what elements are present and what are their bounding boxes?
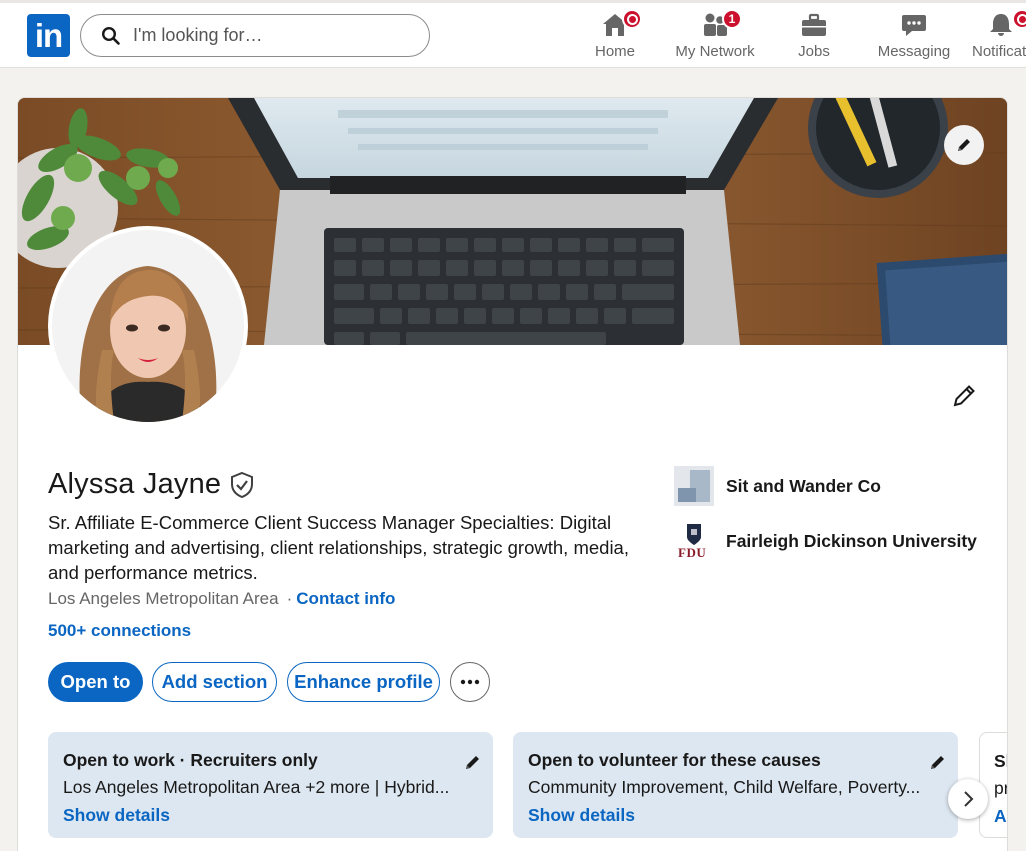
third-card-link[interactable]: Ac xyxy=(994,806,1007,827)
bell-icon xyxy=(990,14,1012,36)
verified-shield-icon[interactable] xyxy=(229,471,255,499)
carousel-next-button[interactable] xyxy=(948,779,988,819)
pencil-icon xyxy=(931,756,944,769)
pencil-icon xyxy=(958,139,970,151)
profile-name-text: Alyssa Jayne xyxy=(48,468,222,500)
network-notification-badge: 1 xyxy=(722,9,742,29)
third-card-desc: pr xyxy=(994,778,1007,798)
third-open-card[interactable]: Sh pr Ac xyxy=(979,732,1007,838)
edit-open-to-work-button[interactable] xyxy=(463,752,483,777)
profile-location-row: Los Angeles Metropolitan Area · Contact … xyxy=(48,589,395,609)
nav-notifications-label: Notifications xyxy=(972,43,1026,60)
third-card-title: Sh xyxy=(994,751,1007,771)
profile-card: Alyssa Jayne Sr. Affiliate E-Commerce Cl… xyxy=(17,97,1008,851)
education-school[interactable]: FDU Fairleigh Dickinson University xyxy=(674,521,977,561)
open-to-button[interactable]: Open to xyxy=(48,662,143,702)
open-to-volunteer-title: Open to volunteer for these causes xyxy=(528,750,821,770)
school-logo-text: FDU xyxy=(678,545,707,560)
contact-info-link[interactable]: Contact info xyxy=(296,589,395,609)
profile-name: Alyssa Jayne xyxy=(48,468,255,501)
profile-headline: Sr. Affiliate E-Commerce Client Success … xyxy=(48,512,629,583)
nav-jobs-label: Jobs xyxy=(798,43,830,60)
open-to-volunteer-card[interactable]: Open to volunteer for these causes Commu… xyxy=(513,732,958,838)
open-to-work-title: Open to work · Recruiters only xyxy=(63,750,318,770)
search-box[interactable] xyxy=(80,14,430,57)
message-icon xyxy=(902,15,926,36)
company-name: Sit and Wander Co xyxy=(726,475,881,496)
search-input[interactable] xyxy=(133,25,403,46)
chevron-right-icon xyxy=(964,791,974,807)
nav-notifications[interactable]: Notifications xyxy=(972,11,1026,65)
open-to-work-show-details[interactable]: Show details xyxy=(63,805,478,826)
briefcase-icon xyxy=(802,13,826,36)
school-name: Fairleigh Dickinson University xyxy=(726,530,977,551)
location-separator: · xyxy=(286,589,293,608)
add-section-button[interactable]: Add section xyxy=(152,662,277,702)
profile-avatar[interactable] xyxy=(48,226,248,426)
edit-banner-button[interactable] xyxy=(944,125,984,165)
nav-jobs[interactable]: Jobs xyxy=(794,11,834,65)
school-logo: FDU xyxy=(674,521,714,561)
current-company[interactable]: Sit and Wander Co xyxy=(674,466,881,506)
nav-home-label: Home xyxy=(594,43,635,60)
pencil-icon xyxy=(466,756,479,769)
enhance-profile-button[interactable]: Enhance profile xyxy=(287,662,440,702)
more-dots-icon xyxy=(460,679,480,685)
top-nav: in Home 1 My Network xyxy=(0,0,1026,68)
avatar-image xyxy=(52,230,244,422)
nav-messaging-label: Messaging xyxy=(877,43,951,60)
pencil-icon xyxy=(953,385,975,407)
open-to-work-desc: Los Angeles Metropolitan Area +2 more | … xyxy=(63,777,450,797)
open-to-work-card[interactable]: Open to work · Recruiters only Los Angel… xyxy=(48,732,493,838)
nav-home[interactable]: Home xyxy=(592,9,642,65)
profile-location: Los Angeles Metropolitan Area xyxy=(48,589,279,608)
nav-my-network-label: My Network xyxy=(675,43,755,60)
school-crest-icon xyxy=(687,524,701,545)
edit-open-to-volunteer-button[interactable] xyxy=(928,752,948,777)
connections-link[interactable]: 500+ connections xyxy=(48,621,191,641)
edit-intro-button[interactable] xyxy=(946,378,982,414)
company-logo-icon xyxy=(674,466,714,506)
home-notification-badge xyxy=(622,9,642,29)
open-to-volunteer-desc: Community Improvement, Child Welfare, Po… xyxy=(528,777,921,797)
open-to-volunteer-show-details[interactable]: Show details xyxy=(528,805,943,826)
nav-my-network[interactable]: 1 My Network xyxy=(672,9,758,65)
linkedin-logo-icon[interactable]: in xyxy=(27,14,70,57)
search-icon xyxy=(101,26,120,45)
more-actions-button[interactable] xyxy=(450,662,490,702)
nav-messaging[interactable]: Messaging xyxy=(877,11,951,65)
